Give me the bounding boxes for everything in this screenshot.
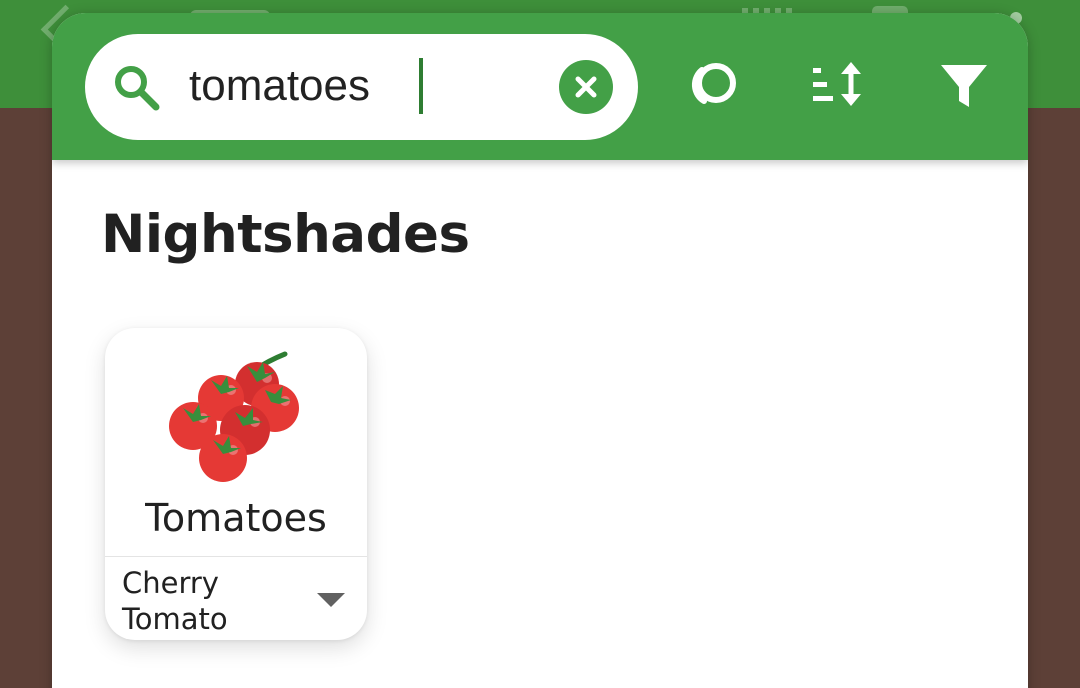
text-cursor: [419, 58, 423, 114]
dialog-header: [52, 13, 1028, 160]
dropdown-arrow-icon: [317, 593, 345, 607]
search-dialog: Nightshades Tomatoes Cherry Tom: [52, 13, 1028, 688]
sort-icon[interactable]: [805, 53, 869, 117]
filter-icon[interactable]: [932, 53, 996, 117]
variety-selected-value: Cherry Tomato: [122, 566, 228, 636]
cherry-tomato-image: [169, 351, 299, 482]
search-box[interactable]: [85, 34, 638, 140]
plant-card[interactable]: Tomatoes Cherry Tomato: [105, 328, 367, 640]
section-title: Nightshades: [101, 204, 470, 265]
variety-dropdown[interactable]: Cherry Tomato: [105, 556, 367, 640]
search-input[interactable]: [189, 56, 549, 116]
search-icon: [115, 66, 160, 111]
plant-name: Tomatoes: [145, 496, 327, 540]
season-ring-icon[interactable]: [680, 53, 744, 117]
clear-icon: [575, 76, 597, 98]
clear-search-button[interactable]: [559, 60, 613, 114]
